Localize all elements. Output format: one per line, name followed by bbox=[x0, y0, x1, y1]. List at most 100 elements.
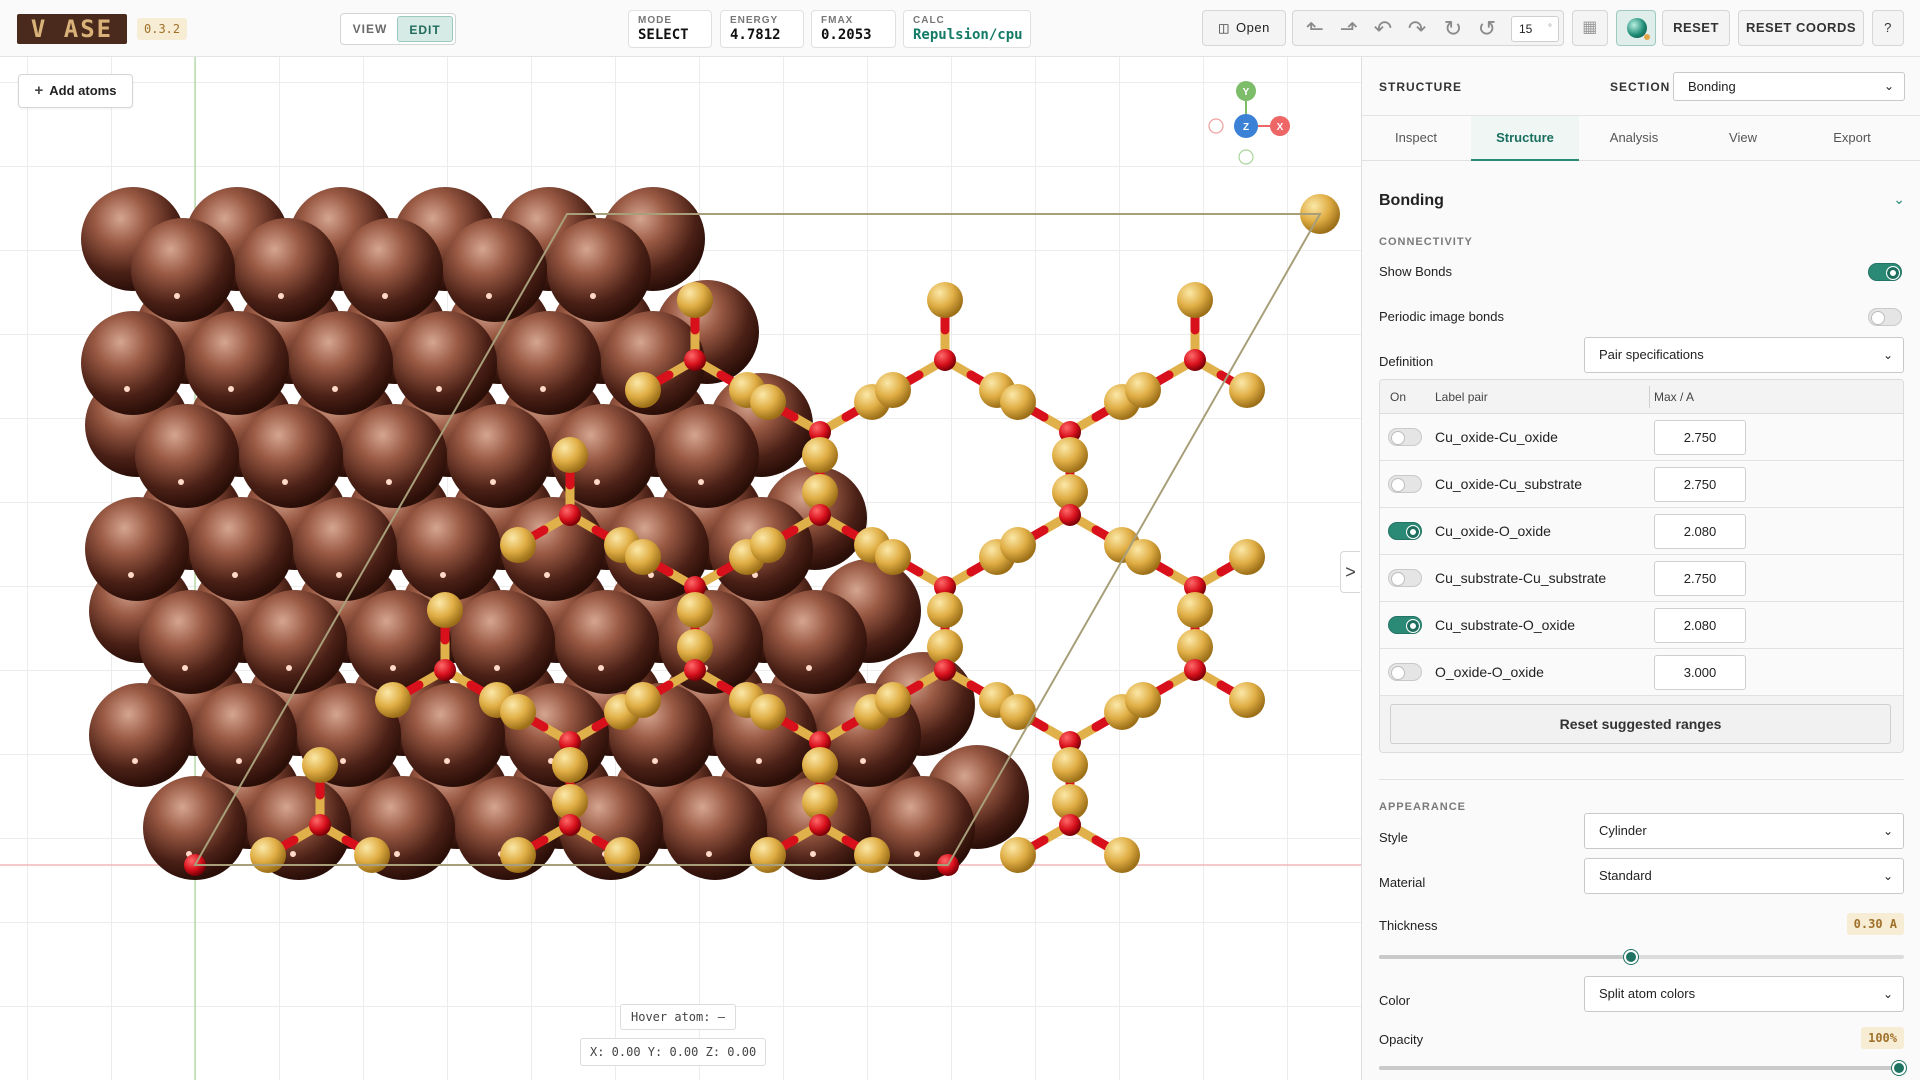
copper-atom[interactable] bbox=[397, 497, 501, 601]
copper-atom[interactable] bbox=[89, 683, 193, 787]
copper-atom[interactable] bbox=[547, 218, 651, 322]
pair-enable-toggle[interactable] bbox=[1388, 569, 1422, 587]
gold-atom[interactable] bbox=[500, 694, 536, 730]
oxygen-atom[interactable] bbox=[809, 814, 831, 836]
copper-atom[interactable] bbox=[555, 590, 659, 694]
gold-atom[interactable] bbox=[677, 592, 713, 628]
gold-atom[interactable] bbox=[1000, 384, 1036, 420]
pair-max-input[interactable]: 2.750 bbox=[1654, 561, 1746, 596]
oxygen-atom[interactable] bbox=[434, 659, 456, 681]
gold-atom[interactable] bbox=[1104, 837, 1140, 873]
oxygen-atom[interactable] bbox=[684, 659, 706, 681]
copper-atom[interactable] bbox=[763, 590, 867, 694]
tab-structure[interactable]: Structure bbox=[1471, 116, 1579, 161]
gold-atom[interactable] bbox=[354, 837, 390, 873]
gold-atom[interactable] bbox=[1000, 527, 1036, 563]
rotate-right-icon[interactable]: ↷ bbox=[1403, 15, 1431, 43]
gold-atom[interactable] bbox=[875, 682, 911, 718]
gold-atom[interactable] bbox=[302, 747, 338, 783]
render-style-button[interactable] bbox=[1616, 10, 1656, 46]
copper-atom[interactable] bbox=[189, 497, 293, 601]
pair-enable-toggle[interactable] bbox=[1388, 663, 1422, 681]
gold-atom[interactable] bbox=[750, 384, 786, 420]
oxygen-atom[interactable] bbox=[559, 814, 581, 836]
reset-button[interactable]: RESET bbox=[1662, 10, 1730, 46]
gold-atom[interactable] bbox=[750, 694, 786, 730]
tab-view[interactable]: View bbox=[1689, 116, 1797, 161]
gold-atom[interactable] bbox=[1229, 539, 1265, 575]
3d-viewport[interactable]: Y X Z + Add atoms Hover atom: – X: 0.00 Y… bbox=[0, 57, 1361, 1080]
color-select[interactable]: Split atom colors ⌄ bbox=[1584, 976, 1904, 1012]
oxygen-atom[interactable] bbox=[309, 814, 331, 836]
gold-atom[interactable] bbox=[1000, 694, 1036, 730]
pair-max-input[interactable]: 2.750 bbox=[1654, 467, 1746, 502]
gold-atom[interactable] bbox=[875, 372, 911, 408]
edit-mode-button[interactable]: EDIT bbox=[397, 16, 453, 42]
gold-atom[interactable] bbox=[625, 372, 661, 408]
gold-atom[interactable] bbox=[802, 747, 838, 783]
gold-atom[interactable] bbox=[625, 682, 661, 718]
gold-atom[interactable] bbox=[1177, 592, 1213, 628]
gold-atom[interactable] bbox=[1000, 837, 1036, 873]
reset-coords-button[interactable]: RESET COORDS bbox=[1738, 10, 1864, 46]
copper-atom[interactable] bbox=[81, 311, 185, 415]
pair-enable-toggle[interactable] bbox=[1388, 522, 1422, 540]
gold-atom[interactable] bbox=[1125, 372, 1161, 408]
gold-atom[interactable] bbox=[427, 592, 463, 628]
copper-atom[interactable] bbox=[193, 683, 297, 787]
tab-analysis[interactable]: Analysis bbox=[1580, 116, 1688, 161]
copper-atom[interactable] bbox=[235, 218, 339, 322]
gold-atom[interactable] bbox=[875, 539, 911, 575]
oxygen-atom[interactable] bbox=[1184, 349, 1206, 371]
thickness-slider[interactable] bbox=[1379, 950, 1904, 964]
tab-inspect[interactable]: Inspect bbox=[1362, 116, 1470, 161]
gold-atom[interactable] bbox=[1229, 372, 1265, 408]
view-mode-button[interactable]: VIEW bbox=[343, 16, 397, 42]
gold-atom[interactable] bbox=[1229, 682, 1265, 718]
copper-atom[interactable] bbox=[443, 218, 547, 322]
rotate-left-icon[interactable]: ↶ bbox=[1369, 15, 1397, 43]
oxygen-atom[interactable] bbox=[934, 349, 956, 371]
gold-atom[interactable] bbox=[250, 837, 286, 873]
oxygen-atom[interactable] bbox=[1184, 659, 1206, 681]
pair-max-input[interactable]: 3.000 bbox=[1654, 655, 1746, 690]
copper-atom[interactable] bbox=[293, 497, 397, 601]
opacity-slider-handle[interactable] bbox=[1892, 1061, 1906, 1075]
gold-atom[interactable] bbox=[677, 282, 713, 318]
reset-suggested-ranges-button[interactable]: Reset suggested ranges bbox=[1390, 704, 1891, 744]
neg-y-handle[interactable] bbox=[1238, 149, 1254, 165]
oxygen-atom[interactable] bbox=[559, 504, 581, 526]
gold-atom[interactable] bbox=[750, 837, 786, 873]
copper-atom[interactable] bbox=[135, 404, 239, 508]
rotate-ccw-icon[interactable]: ↻ bbox=[1439, 15, 1467, 43]
pair-enable-toggle[interactable] bbox=[1388, 616, 1422, 634]
pair-max-input[interactable]: 2.080 bbox=[1654, 608, 1746, 643]
pair-enable-toggle[interactable] bbox=[1388, 428, 1422, 446]
pair-max-input[interactable]: 2.080 bbox=[1654, 514, 1746, 549]
section-select[interactable]: Bonding ⌄ bbox=[1673, 72, 1905, 101]
rotation-step-input[interactable]: 15 ° bbox=[1511, 16, 1559, 42]
gold-atom[interactable] bbox=[854, 837, 890, 873]
oxygen-atom[interactable] bbox=[934, 659, 956, 681]
gold-atom[interactable] bbox=[1177, 282, 1213, 318]
style-select[interactable]: Cylinder ⌄ bbox=[1584, 813, 1904, 849]
structure-scene[interactable]: Y X Z bbox=[0, 57, 1361, 1080]
periodic-bonds-toggle[interactable] bbox=[1868, 308, 1902, 326]
pair-enable-toggle[interactable] bbox=[1388, 475, 1422, 493]
oxygen-atom[interactable] bbox=[1059, 814, 1081, 836]
gold-atom[interactable] bbox=[927, 592, 963, 628]
material-select[interactable]: Standard ⌄ bbox=[1584, 858, 1904, 894]
gold-atom[interactable] bbox=[1125, 682, 1161, 718]
gold-atom[interactable] bbox=[802, 437, 838, 473]
open-button[interactable]: ◫ Open bbox=[1202, 10, 1286, 46]
gold-atom[interactable] bbox=[500, 527, 536, 563]
add-atoms-button[interactable]: + Add atoms bbox=[18, 74, 133, 108]
collapse-panel-handle[interactable]: > bbox=[1340, 551, 1360, 593]
copper-atom[interactable] bbox=[239, 404, 343, 508]
gold-atom[interactable] bbox=[604, 837, 640, 873]
copper-atom[interactable] bbox=[339, 218, 443, 322]
oxygen-atom[interactable] bbox=[809, 504, 831, 526]
definition-select[interactable]: Pair specifications ⌄ bbox=[1584, 337, 1904, 373]
gold-atom[interactable] bbox=[500, 837, 536, 873]
rotate-cw-icon[interactable]: ↺ bbox=[1473, 15, 1501, 43]
